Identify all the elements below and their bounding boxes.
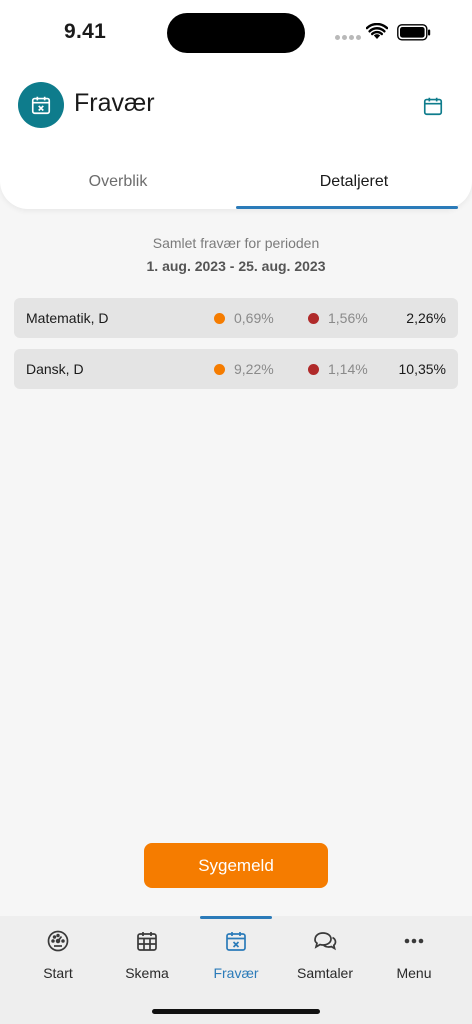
- nav-item-fravaer[interactable]: Fravær: [192, 928, 280, 981]
- status-time: 9.41: [64, 20, 107, 43]
- wifi-icon: [366, 23, 388, 39]
- bottom-nav: Start Skema Fravær Samtaler Menu: [0, 916, 472, 1024]
- orange-absence-value: 9,22%: [234, 361, 274, 377]
- absence-app-icon: [18, 82, 64, 128]
- more-dots-icon: [404, 938, 424, 944]
- total-absence-value: 10,35%: [398, 361, 446, 377]
- calendar-button[interactable]: [418, 91, 448, 121]
- red-absence-value: 1,56%: [328, 310, 368, 326]
- calendar-icon: [423, 97, 443, 116]
- nav-item-menu[interactable]: Menu: [370, 928, 458, 981]
- summary-label: Samlet fravær for perioden: [152, 235, 320, 251]
- dynamic-island: [167, 13, 305, 53]
- subject-row-matematik[interactable]: Matematik, D 0,69% 1,56% 2,26%: [14, 298, 458, 338]
- orange-dot-icon: [214, 364, 225, 375]
- summary-period: 1. aug. 2023 - 25. aug. 2023: [146, 258, 326, 274]
- nav-item-skema[interactable]: Skema: [103, 928, 191, 981]
- red-absence-value: 1,14%: [328, 361, 368, 377]
- nav-label: Start: [43, 965, 73, 981]
- nav-label: Samtaler: [296, 965, 354, 981]
- active-tab-indicator: [236, 206, 458, 209]
- orange-absence-value: 0,69%: [234, 310, 274, 326]
- tab-overblik[interactable]: Overblik: [0, 160, 236, 206]
- total-absence-value: 2,26%: [406, 310, 446, 326]
- red-dot-icon: [308, 313, 319, 324]
- orange-dot-icon: [214, 313, 225, 324]
- subject-row-dansk[interactable]: Dansk, D 9,22% 1,14% 10,35%: [14, 349, 458, 389]
- subject-name: Dansk, D: [26, 361, 84, 377]
- nav-item-samtaler[interactable]: Samtaler: [281, 928, 369, 981]
- chat-bubbles-icon: [314, 932, 337, 951]
- tab-bar: Overblik Detaljeret: [0, 160, 472, 209]
- sygemeld-button[interactable]: Sygemeld: [144, 843, 328, 888]
- gauge-icon: [47, 930, 69, 952]
- calendar-grid-icon: [137, 932, 157, 951]
- nav-active-indicator: [200, 916, 272, 919]
- tab-detaljeret[interactable]: Detaljeret: [236, 160, 472, 206]
- nav-label: Fravær: [213, 965, 259, 981]
- page-title: Fravær: [74, 89, 155, 117]
- signal-icon: [335, 35, 361, 40]
- nav-label: Menu: [396, 965, 432, 981]
- battery-icon: [397, 24, 431, 41]
- nav-label: Skema: [125, 965, 169, 981]
- nav-item-start[interactable]: Start: [14, 928, 102, 981]
- status-bar: 9.41: [0, 0, 472, 64]
- home-indicator[interactable]: [152, 1009, 320, 1014]
- subject-name: Matematik, D: [26, 310, 109, 326]
- red-dot-icon: [308, 364, 319, 375]
- calendar-x-icon: [226, 932, 246, 951]
